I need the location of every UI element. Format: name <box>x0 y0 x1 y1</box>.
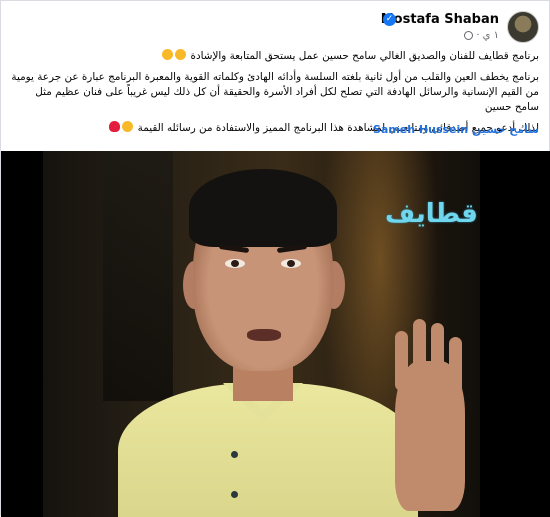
person-eye <box>225 259 245 268</box>
post-paragraph-1: برنامج قطايف للفنان والصديق الغالي سامح … <box>11 49 539 64</box>
verified-badge-icon: ✓ <box>383 13 396 26</box>
author-avatar[interactable] <box>507 11 539 43</box>
mention-arabic[interactable]: سامح حسين <box>472 123 539 136</box>
red-heart-emoji <box>109 121 121 132</box>
clapping-hands-emoji <box>122 121 134 132</box>
shirt-button <box>231 491 238 498</box>
hand-finger <box>413 319 426 379</box>
mention-latin[interactable]: Sameh Hussein <box>373 123 468 136</box>
hand-finger <box>449 337 462 397</box>
globe-icon[interactable] <box>464 31 474 40</box>
post-time[interactable]: ١ ي <box>483 30 499 41</box>
post-video[interactable]: قطايف <box>43 151 480 517</box>
post-meta: · ١ ي <box>464 30 499 41</box>
post-header: Mostafa Shaban ✓ · ١ ي <box>11 9 539 43</box>
video-watermark-logo: قطايف <box>385 199 478 229</box>
person-shirt <box>118 383 418 517</box>
hand-finger <box>395 331 408 391</box>
clapping-hands-emoji <box>175 49 187 60</box>
video-letterbox-right <box>480 151 550 517</box>
person-mouth <box>247 329 281 341</box>
clapping-hands-emoji <box>162 49 174 60</box>
person-eye <box>281 259 301 268</box>
person-hair <box>189 169 337 247</box>
video-letterbox-left <box>1 151 43 517</box>
author-name[interactable]: Mostafa Shaban <box>381 12 499 27</box>
mention-tag[interactable]: سامح حسين Sameh Hussein <box>373 123 539 136</box>
shirt-button <box>231 451 238 458</box>
paragraph-1-text: برنامج قطايف للفنان والصديق الغالي سامح … <box>190 50 539 62</box>
post-paragraph-2: برنامج يخطف العين والقلب من أول ثانية بل… <box>11 71 539 113</box>
hand-finger <box>431 323 444 383</box>
background-door <box>103 151 173 401</box>
meta-separator: · <box>476 30 480 41</box>
